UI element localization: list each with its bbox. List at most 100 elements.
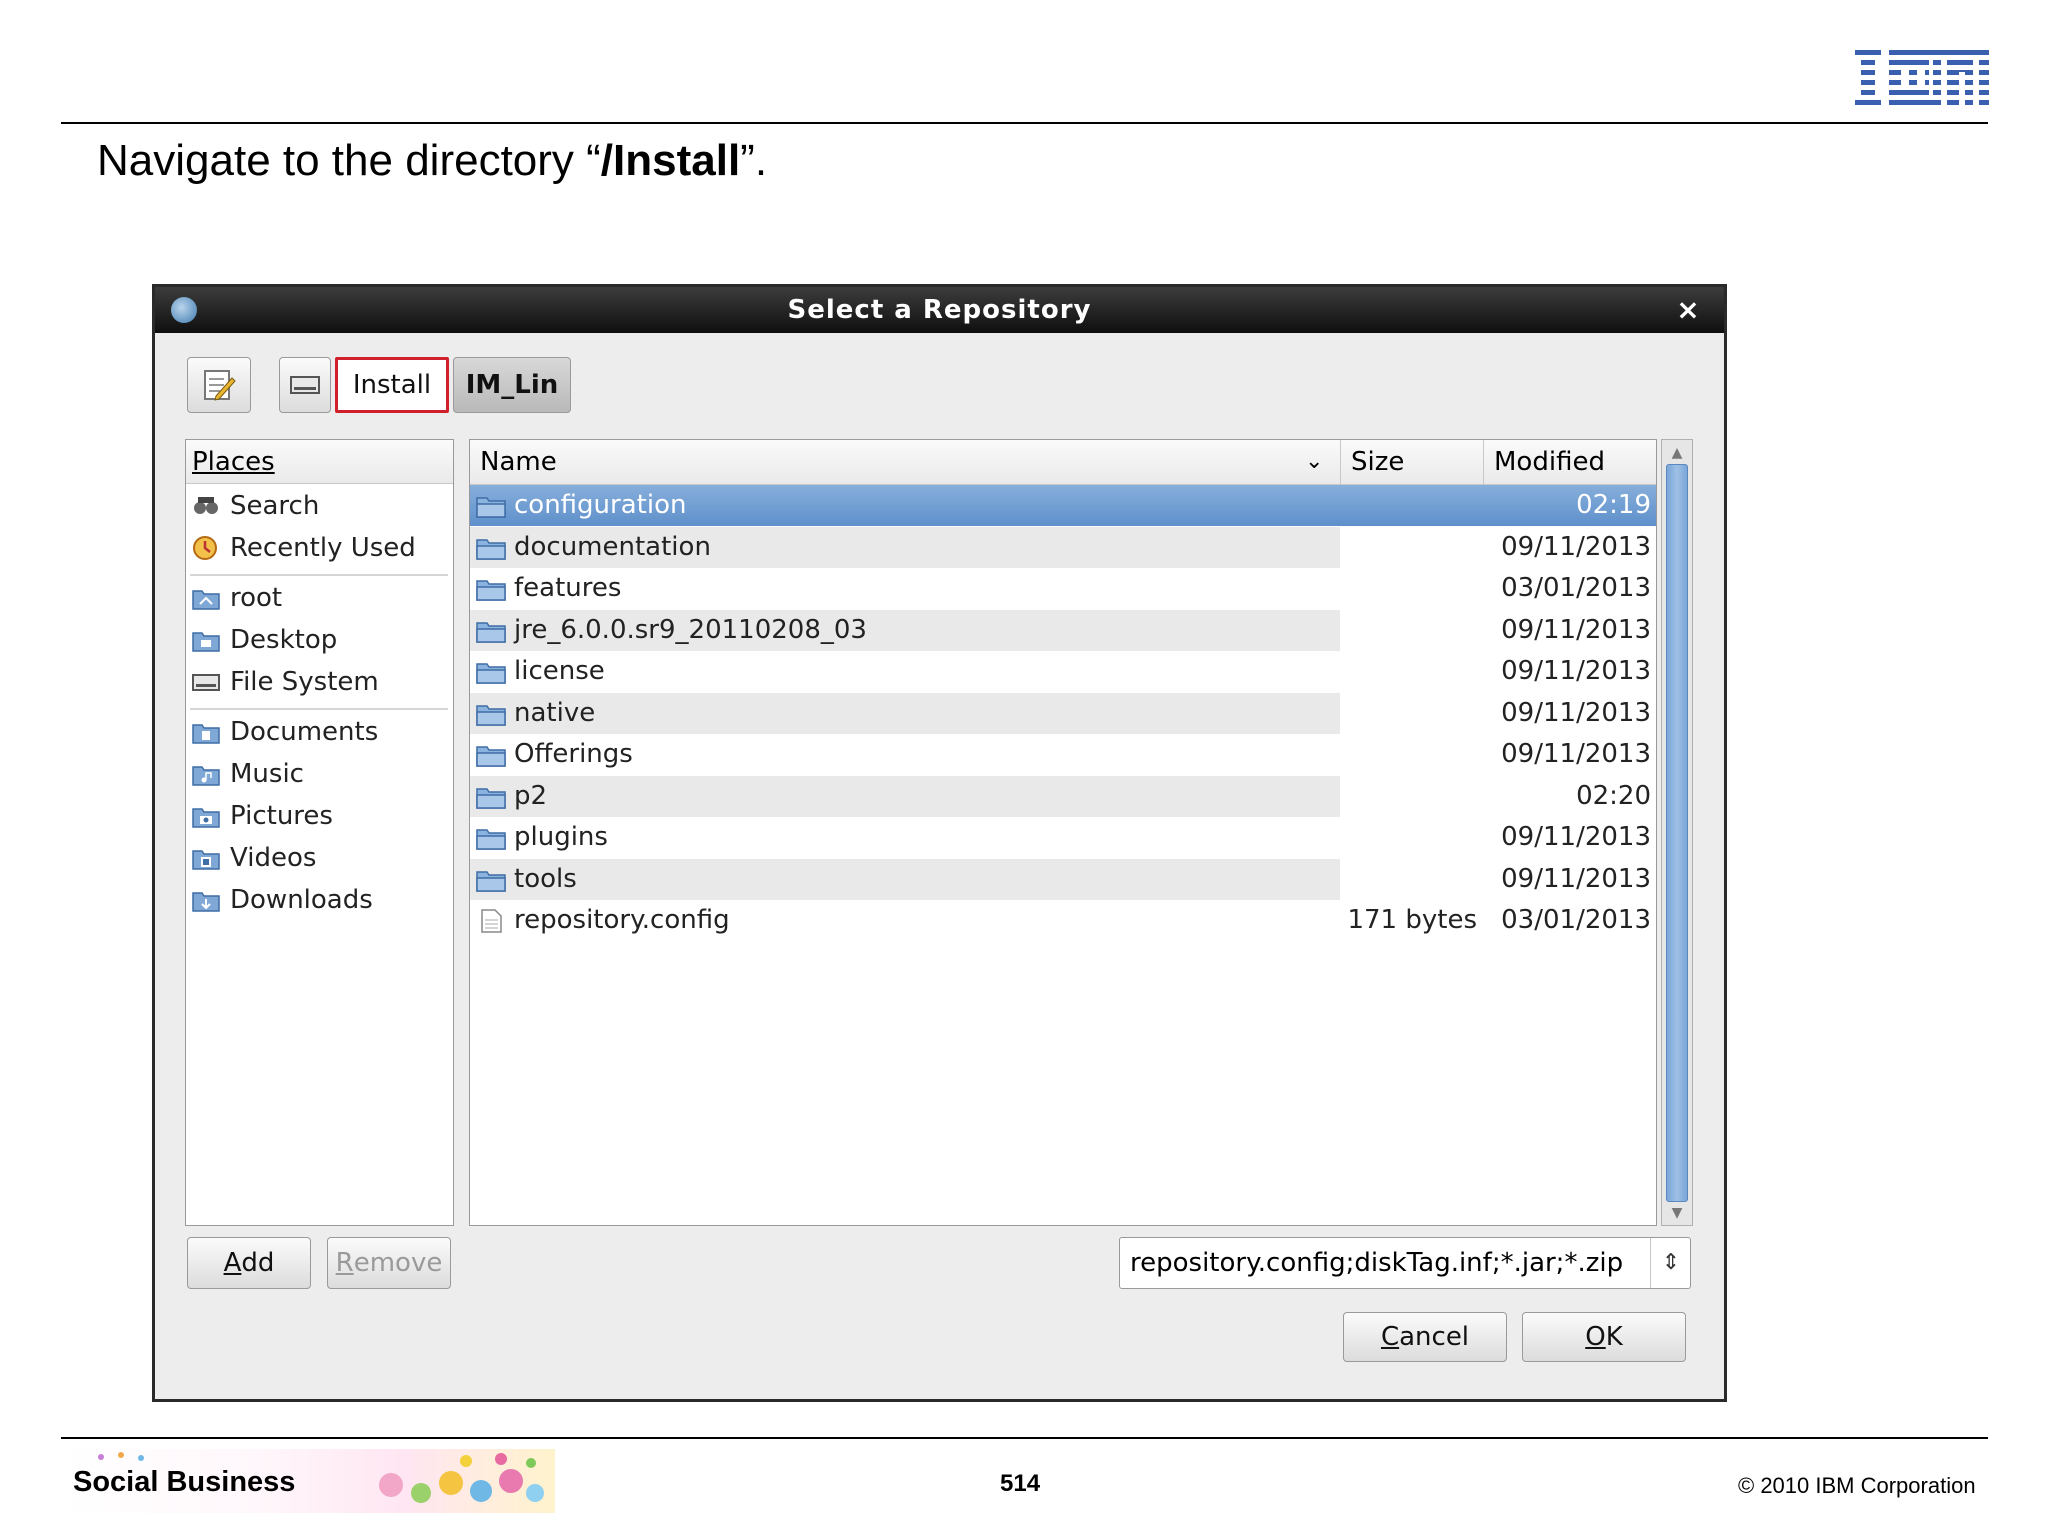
dialog-titlebar[interactable]: Select a Repository × bbox=[155, 287, 1724, 333]
file-name: documentation bbox=[514, 531, 711, 562]
file-row[interactable]: license 09/11/2013 bbox=[470, 651, 1656, 692]
folder-icon bbox=[476, 663, 506, 684]
documents-folder-icon bbox=[192, 724, 220, 744]
file-modified: 09/11/2013 bbox=[1501, 697, 1651, 728]
edit-location-button[interactable] bbox=[187, 357, 251, 413]
folder-icon bbox=[476, 787, 506, 809]
file-row[interactable]: documentation 09/11/2013 bbox=[470, 526, 1656, 568]
scroll-up-arrow-icon[interactable]: ▲ bbox=[1666, 444, 1688, 462]
place-file-system[interactable]: File System bbox=[186, 662, 453, 702]
file-row[interactable]: plugins 09/11/2013 bbox=[470, 817, 1656, 858]
file-size: 171 bytes bbox=[1347, 905, 1477, 935]
add-label: dd bbox=[241, 1248, 275, 1278]
select-repository-dialog: Select a Repository × Install IM_Lin Pla… bbox=[152, 284, 1727, 1402]
file-modified: 02:20 bbox=[1576, 780, 1651, 811]
file-name: Offerings bbox=[514, 739, 633, 769]
downloads-folder-icon bbox=[192, 892, 220, 912]
slide-title: Navigate to the directory “/Install”. bbox=[97, 136, 768, 185]
music-folder-icon bbox=[192, 766, 220, 786]
file-icon bbox=[481, 909, 502, 933]
ok-button[interactable]: OK bbox=[1522, 1312, 1686, 1362]
place-label: Music bbox=[230, 759, 304, 789]
add-button[interactable]: Add bbox=[187, 1237, 311, 1289]
place-videos[interactable]: Videos bbox=[186, 838, 453, 878]
places-separator bbox=[190, 574, 448, 576]
folder-icon bbox=[476, 704, 506, 726]
file-modified: 02:19 bbox=[1576, 490, 1651, 520]
file-name: configuration bbox=[514, 490, 687, 520]
column-header-name[interactable]: Name ⌄ bbox=[470, 440, 1340, 484]
place-music[interactable]: Music bbox=[186, 754, 453, 794]
cancel-mnemonic: C bbox=[1380, 1322, 1400, 1352]
place-documents[interactable]: Documents bbox=[186, 712, 453, 752]
path-crumb-install[interactable]: Install bbox=[335, 357, 449, 413]
folder-icon bbox=[476, 621, 506, 643]
file-filter-select[interactable]: repository.config;diskTag.inf;*.jar;*.zi… bbox=[1119, 1237, 1691, 1289]
ibm-logo bbox=[1855, 50, 1989, 106]
cancel-label: ancel bbox=[1399, 1322, 1470, 1352]
place-recently-used[interactable]: Recently Used bbox=[186, 528, 453, 568]
file-modified: 09/11/2013 bbox=[1501, 863, 1651, 894]
file-list-header: Name ⌄ Size Modified bbox=[470, 440, 1656, 485]
place-label: Search bbox=[230, 491, 320, 521]
place-pictures[interactable]: Pictures bbox=[186, 796, 453, 836]
page-number: 514 bbox=[1000, 1470, 1041, 1497]
file-modified: 03/01/2013 bbox=[1501, 573, 1651, 603]
folder-icon bbox=[476, 746, 506, 767]
places-header-label: Places bbox=[192, 447, 275, 477]
drive-icon bbox=[290, 376, 320, 394]
file-name: native bbox=[514, 697, 596, 728]
cancel-button[interactable]: Cancel bbox=[1343, 1312, 1507, 1362]
file-row[interactable]: repository.config 171 bytes 03/01/2013 bbox=[470, 900, 1656, 941]
file-row[interactable]: p2 02:20 bbox=[470, 775, 1656, 817]
place-label: Downloads bbox=[230, 885, 373, 915]
place-label: Recently Used bbox=[230, 533, 416, 563]
file-row[interactable]: Offerings 09/11/2013 bbox=[470, 734, 1656, 775]
file-name-cell: documentation bbox=[470, 526, 1340, 568]
file-row[interactable]: native 09/11/2013 bbox=[470, 692, 1656, 734]
vertical-scrollbar[interactable]: ▲ ▼ bbox=[1661, 439, 1693, 1226]
column-header-modified[interactable]: Modified bbox=[1483, 440, 1656, 484]
place-desktop[interactable]: Desktop bbox=[186, 620, 453, 660]
place-root[interactable]: root bbox=[186, 578, 453, 618]
places-header[interactable]: Places bbox=[186, 440, 453, 484]
path-crumb-im-lin[interactable]: IM_Lin bbox=[453, 357, 571, 413]
drive-button[interactable] bbox=[279, 357, 331, 413]
file-name-cell: license bbox=[470, 651, 1340, 692]
drive-icon bbox=[192, 674, 220, 691]
file-list: Name ⌄ Size Modified configuration 02:19 do… bbox=[469, 439, 1657, 1226]
file-name: features bbox=[514, 573, 622, 603]
folder-icon bbox=[476, 580, 506, 601]
file-row[interactable]: tools 09/11/2013 bbox=[470, 858, 1656, 900]
file-filter-value: repository.config;diskTag.inf;*.jar;*.zi… bbox=[1130, 1248, 1624, 1278]
remove-button[interactable]: Remove bbox=[327, 1237, 451, 1289]
place-label: Documents bbox=[230, 717, 379, 747]
file-name-cell: plugins bbox=[470, 817, 1340, 858]
footer-brand: Social Business bbox=[73, 1466, 296, 1498]
places-panel: Places Search Recently Used root Desktop… bbox=[185, 439, 454, 1226]
file-name-cell: Offerings bbox=[470, 734, 1340, 775]
folder-icon bbox=[476, 497, 506, 518]
file-modified: 09/11/2013 bbox=[1501, 739, 1651, 769]
close-icon[interactable]: × bbox=[1668, 291, 1708, 329]
file-name-cell: features bbox=[470, 568, 1340, 609]
place-search[interactable]: Search bbox=[186, 486, 453, 526]
places-separator bbox=[190, 708, 448, 710]
scroll-down-arrow-icon[interactable]: ▼ bbox=[1666, 1204, 1688, 1222]
scroll-thumb[interactable] bbox=[1666, 464, 1688, 1202]
file-row[interactable]: jre_6.0.0.sr9_20110208_03 09/11/2013 bbox=[470, 609, 1656, 651]
file-name: p2 bbox=[514, 780, 548, 811]
file-name: license bbox=[514, 656, 605, 686]
file-row[interactable]: configuration 02:19 bbox=[470, 485, 1656, 526]
place-label: root bbox=[230, 583, 283, 613]
file-row[interactable]: features 03/01/2013 bbox=[470, 568, 1656, 609]
place-label: File System bbox=[230, 667, 379, 697]
copyright: © 2010 IBM Corporation bbox=[1738, 1473, 1976, 1498]
file-modified: 09/11/2013 bbox=[1501, 531, 1651, 562]
edit-location-icon bbox=[204, 370, 236, 401]
place-downloads[interactable]: Downloads bbox=[186, 880, 453, 920]
pictures-folder-icon bbox=[192, 808, 220, 828]
column-name-label: Name bbox=[480, 447, 557, 477]
file-name: tools bbox=[514, 863, 577, 894]
column-header-size[interactable]: Size bbox=[1340, 440, 1483, 484]
